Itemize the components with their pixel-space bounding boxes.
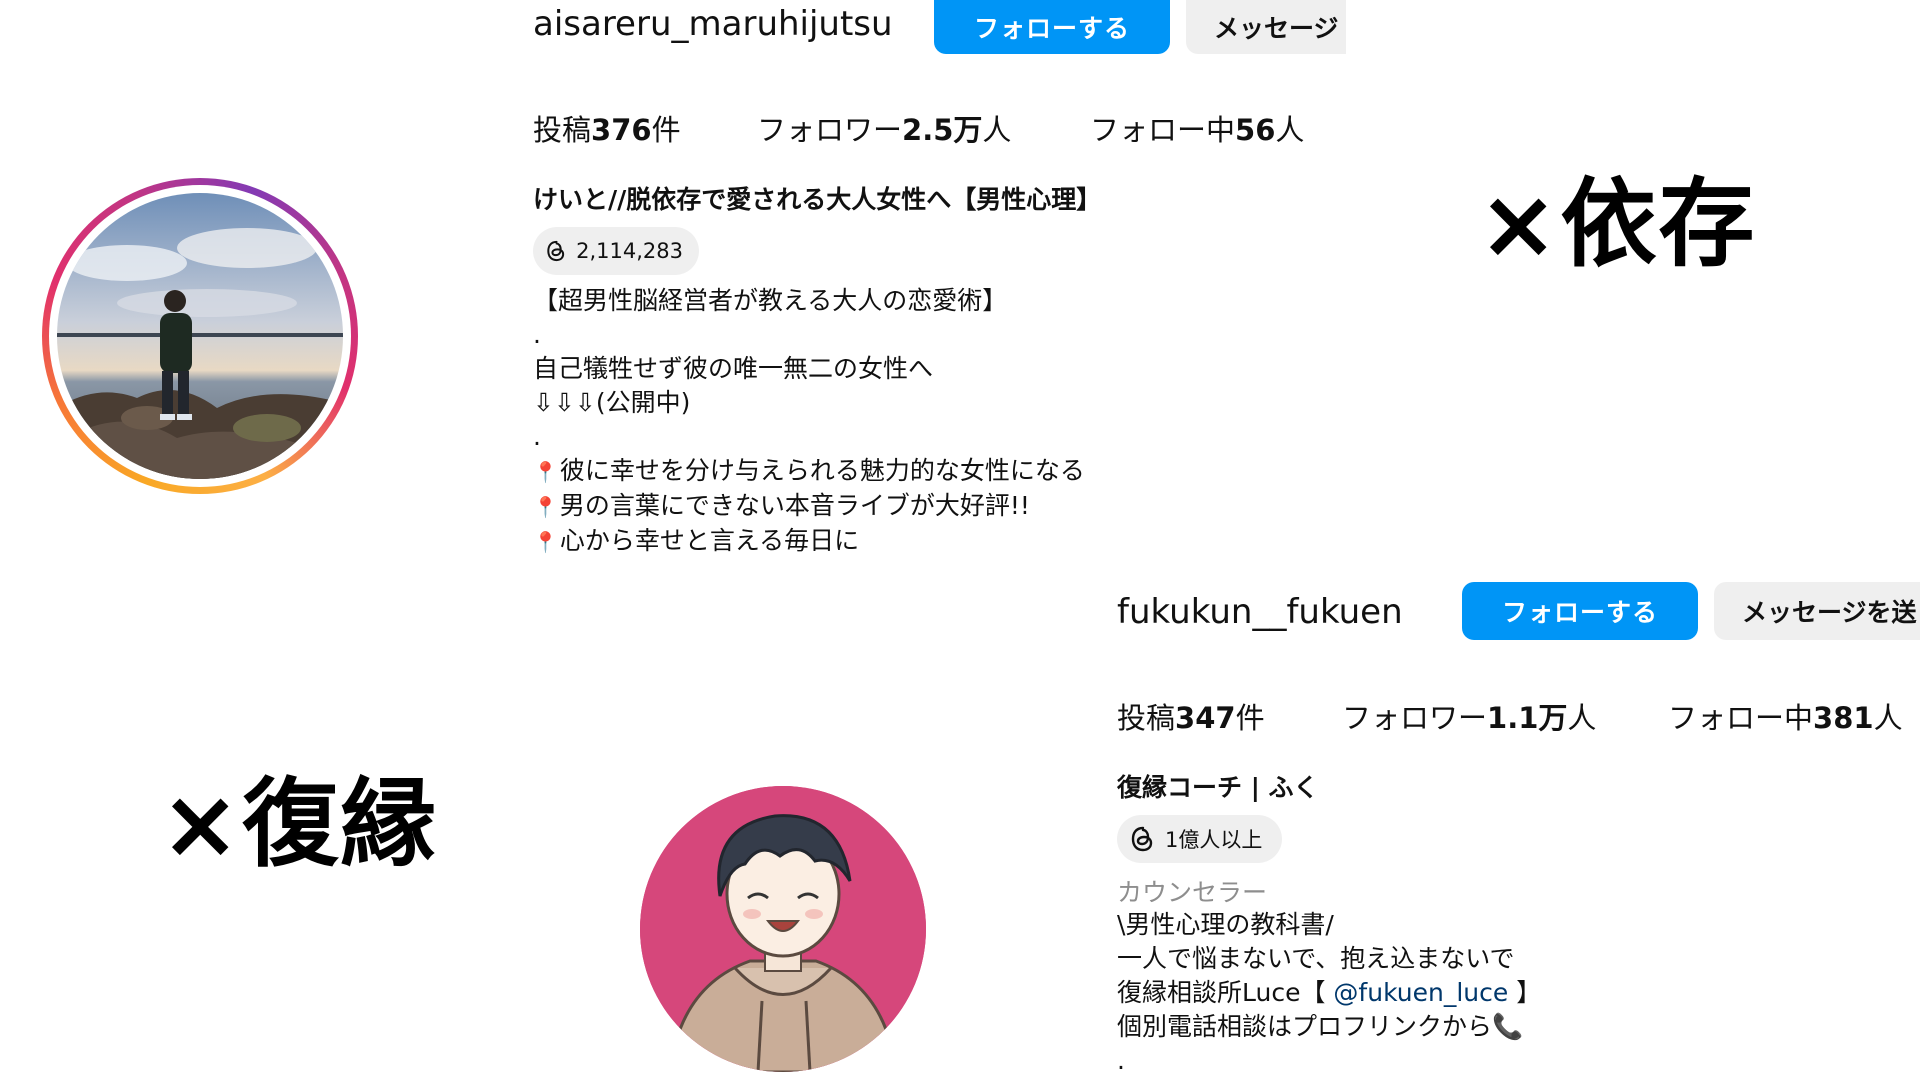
cartoon-boy-illustration [640,786,926,1072]
threads-icon [1131,826,1153,852]
bio-line: 】 [1508,978,1542,1007]
profile1-follow-button[interactable]: フォローする [934,0,1170,54]
profile2-message-button[interactable]: メッセージを送 [1714,582,1920,640]
bio-line: 心から幸せと言える毎日に [559,526,860,555]
bio-line: 彼に幸せを分け与えられる魅力的な女性になる [559,456,1085,485]
profile2-avatar[interactable] [640,786,926,1072]
profile1-following-stat[interactable]: フォロー中56人 [1090,107,1304,149]
profile1-username[interactable]: aisareru_maruhijutsu [533,4,893,44]
bio-line: 自己犠牲せず彼の唯一無二の女性へ [533,354,934,383]
profile1-followers-stat[interactable]: フォロワー2.5万人 [757,107,1011,149]
profile2-display-name: 復縁コーチ | ふく [1117,773,1319,802]
profile2-following-stat[interactable]: フォロー中381人 [1668,695,1903,737]
profile1-threads-badge[interactable]: 2,114,283 [533,227,699,275]
bio-line: 一人で悩まないで、抱え込まないで [1117,944,1515,973]
profile1-avatar-ring[interactable] [42,178,358,494]
profile2-followers-stat[interactable]: フォロワー1.1万人 [1342,695,1596,737]
pin-icon: 📍 [533,460,558,484]
pin-icon: 📍 [533,495,558,519]
bio-line: 男の言葉にできない本音ライブが大好評!! [559,491,1030,520]
bio-dot: . [533,422,541,451]
bio-line: ⇩⇩⇩(公開中) [533,388,691,417]
label-izon: ×依存 [1478,168,1757,280]
profile1-message-button[interactable]: メッセージ [1186,0,1346,54]
mention-link[interactable]: @fukuen_luce [1333,978,1508,1007]
bio-dot: . [1117,1046,1125,1075]
bio-line: \男性心理の教科書/ [1117,910,1334,939]
profile2-bio: \男性心理の教科書/ 一人で悩まないで、抱え込まないで 復縁相談所Luce【 @… [1117,908,1541,1078]
profile1-threads-count: 2,114,283 [576,239,683,263]
bio-line: 復縁相談所Luce【 [1117,978,1334,1007]
label-fukuen: ×復縁 [160,768,439,880]
profile2-follow-button[interactable]: フォローする [1462,582,1698,640]
profile2-posts-stat[interactable]: 投稿347件 [1117,695,1265,737]
profile2-username[interactable]: fukukun__fukuen [1117,592,1403,632]
profile2-threads-count: 1億人以上 [1165,828,1263,852]
profile2-threads-badge[interactable]: 1億人以上 [1117,815,1282,863]
profile1-posts-stat[interactable]: 投稿376件 [533,107,681,149]
profile1-bio: 【超男性脳経営者が教える大人の恋愛術】 . 自己犠牲せず彼の唯一無二の女性へ ⇩… [533,284,1085,559]
profile1-avatar [57,193,343,479]
bio-line: 【超男性脳経営者が教える大人の恋愛術】 [533,286,1008,315]
bio-line: 個別電話相談はプロフリンクから📞 [1117,1012,1524,1041]
profile1-display-name: けいと//脱依存で愛される大人女性へ【男性心理】 [533,185,1102,214]
bio-dot: . [533,320,541,349]
threads-icon [547,240,565,262]
profile2-category: カウンセラー [1117,878,1268,907]
seaside-photo [57,193,343,479]
pin-icon: 📍 [533,530,558,554]
